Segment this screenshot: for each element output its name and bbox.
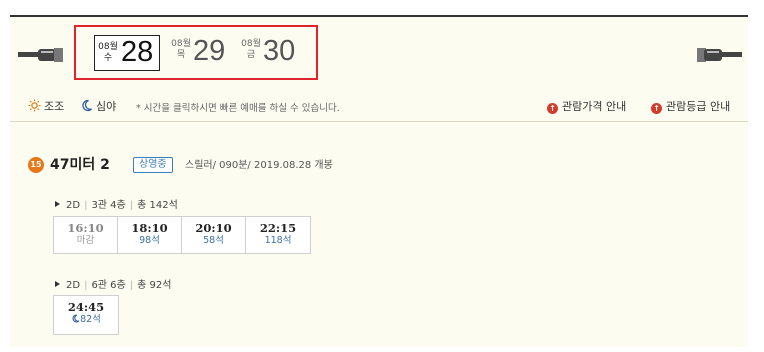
hall-name: 6관 6층 bbox=[91, 280, 126, 291]
showtime-slot[interactable]: 16:10 마감 bbox=[54, 217, 118, 253]
schedule-panel: 08월 수 28 08월 목 29 08월 금 30 조조 심야 * 시간을 클… bbox=[10, 15, 748, 347]
movie-meta: 스릴러/ 090분/ 2019.08.28 개봉 bbox=[185, 160, 333, 171]
price-info-label: 관람가격 안내 bbox=[562, 100, 627, 113]
status-badge: 상영중 bbox=[133, 157, 173, 173]
price-info-link[interactable]: ↑ 관람가격 안내 bbox=[547, 98, 626, 114]
hall-format: 2D bbox=[66, 280, 81, 291]
seats-left: 98석 bbox=[139, 235, 160, 246]
date-selector: 08월 수 28 08월 목 29 08월 금 30 bbox=[74, 25, 318, 80]
showtime-slot[interactable]: 18:10 98석 bbox=[118, 217, 182, 253]
next-dates-hand-icon[interactable] bbox=[696, 45, 742, 65]
showtime: 20:10 bbox=[195, 221, 232, 235]
hall-info: 2D | 3관 4층 | 총 142석 bbox=[55, 196, 178, 211]
night-label: 심야 bbox=[96, 100, 117, 113]
quick-booking-notice: * 시간을 클릭하시면 빠른 예매를 하실 수 있습니다. bbox=[136, 103, 340, 114]
date-day: 28 bbox=[121, 36, 154, 68]
date-30[interactable]: 08월 금 30 bbox=[240, 35, 310, 71]
showtime-slot[interactable]: 20:10 58석 bbox=[182, 217, 246, 253]
info-icon: ↑ bbox=[651, 103, 662, 114]
hall-total-seats: 총 142석 bbox=[137, 200, 178, 211]
showtime: 18:10 bbox=[131, 221, 168, 235]
showtime-list: 16:10 마감 18:10 98석 20:10 58석 22:15 118석 bbox=[53, 216, 311, 254]
date-28[interactable]: 08월 수 28 bbox=[94, 35, 160, 71]
date-day: 30 bbox=[263, 35, 296, 67]
sun-icon bbox=[28, 99, 41, 112]
hall-total-seats: 총 92석 bbox=[137, 280, 172, 291]
seats-left-night: 82석 bbox=[54, 314, 118, 326]
moon-icon bbox=[82, 99, 92, 112]
filter-bar: 조조 심야 * 시간을 클릭하시면 빠른 예매를 하실 수 있습니다. ↑ 관람가… bbox=[10, 91, 748, 122]
morning-label: 조조 bbox=[44, 100, 65, 113]
age-rating-badge: 15 bbox=[28, 157, 44, 173]
seats-left: 118석 bbox=[264, 235, 292, 246]
showtime: 22:15 bbox=[259, 221, 297, 235]
hall-info: 2D | 6관 6층 | 총 92석 bbox=[55, 276, 171, 291]
date-month-weekday: 08월 수 bbox=[98, 42, 118, 63]
seats-left: 82석 bbox=[80, 314, 101, 325]
seats-left: 58석 bbox=[203, 235, 224, 246]
showtime: 24:45 bbox=[67, 300, 105, 314]
showtime-slot[interactable]: 22:15 118석 bbox=[246, 217, 310, 253]
date-day: 29 bbox=[193, 35, 226, 67]
showtime-slot[interactable]: 24:45 82석 bbox=[54, 296, 118, 334]
triangle-right-icon bbox=[55, 201, 60, 207]
previous-dates-hand-icon[interactable] bbox=[18, 45, 64, 65]
rating-info-link[interactable]: ↑ 관람등급 안내 bbox=[651, 98, 730, 114]
rating-info-label: 관람등급 안내 bbox=[666, 100, 731, 113]
showtime-list: 24:45 82석 bbox=[53, 295, 119, 335]
date-month-weekday: 08월 목 bbox=[171, 39, 191, 60]
moon-icon bbox=[72, 314, 80, 323]
hall-name: 3관 4층 bbox=[91, 200, 126, 211]
seats-left: 마감 bbox=[76, 235, 95, 246]
showtime: 16:10 bbox=[67, 221, 104, 235]
date-29[interactable]: 08월 목 29 bbox=[170, 35, 240, 71]
triangle-right-icon bbox=[55, 281, 60, 287]
night-filter[interactable]: 심야 bbox=[80, 98, 116, 114]
info-icon: ↑ bbox=[547, 103, 558, 114]
movie-title[interactable]: 47미터 2 bbox=[50, 157, 110, 174]
date-month-weekday: 08월 금 bbox=[241, 39, 261, 60]
morning-filter[interactable]: 조조 bbox=[28, 98, 64, 114]
hall-format: 2D bbox=[66, 200, 81, 211]
